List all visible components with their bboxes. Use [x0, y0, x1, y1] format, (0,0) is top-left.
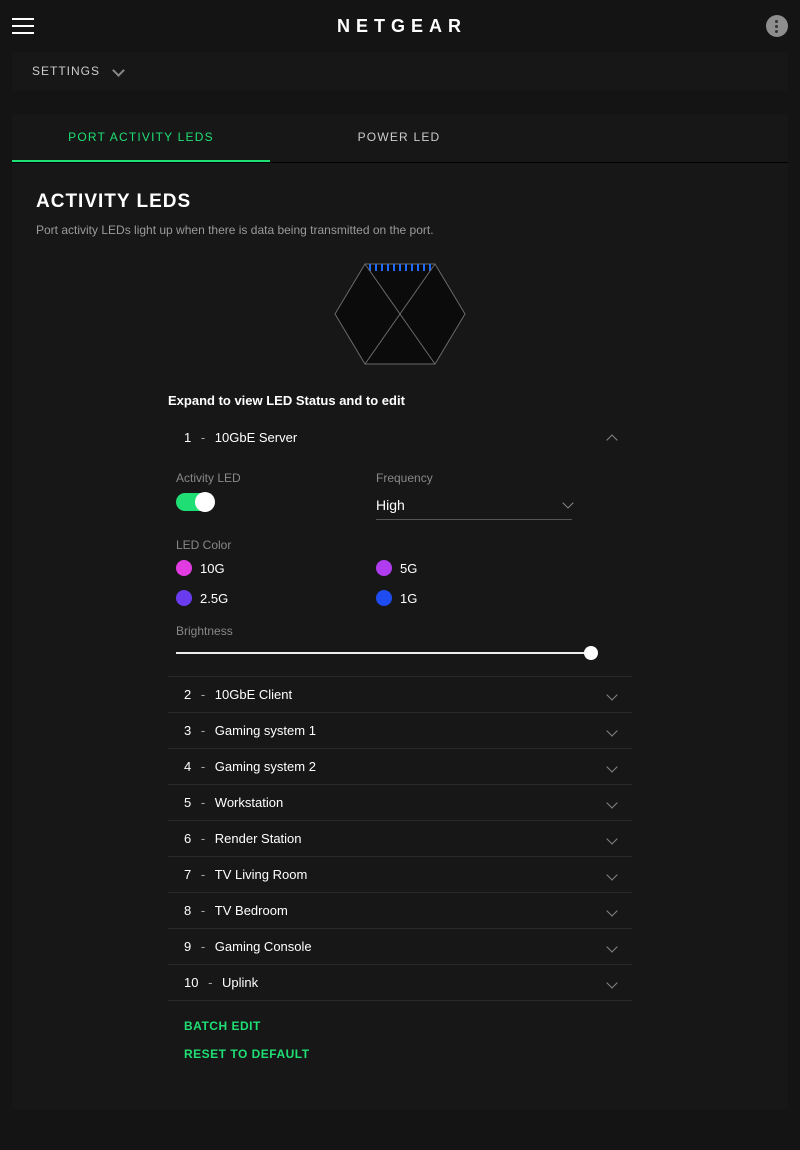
chevron-down-icon — [606, 761, 617, 772]
port-separator: - — [197, 831, 209, 846]
port-separator: - — [197, 939, 209, 954]
chevron-down-icon — [606, 689, 617, 700]
tab-port-activity-leds[interactable]: PORT ACTIVITY LEDS — [12, 114, 270, 162]
port-row-9[interactable]: 9 - Gaming Console — [168, 929, 632, 965]
color-swatch-icon — [176, 560, 192, 576]
settings-label: SETTINGS — [32, 64, 100, 78]
port-list: 1 - 10GbE Server Activity LED Frequency — [168, 420, 632, 1061]
chevron-down-icon — [606, 941, 617, 952]
port-number: 4 — [184, 759, 191, 774]
more-icon[interactable] — [766, 15, 788, 37]
brightness-slider[interactable] — [176, 646, 596, 660]
chevron-up-icon — [606, 434, 617, 445]
port-row-1[interactable]: 1 - 10GbE Server — [168, 420, 632, 455]
port-name: Render Station — [215, 831, 302, 846]
chevron-down-icon — [606, 905, 617, 916]
port-name: Workstation — [215, 795, 283, 810]
port-separator: - — [197, 867, 209, 882]
port-row-4[interactable]: 4 - Gaming system 2 — [168, 749, 632, 785]
tab-power-led[interactable]: POWER LED — [270, 114, 528, 162]
page-description: Port activity LEDs light up when there i… — [36, 223, 764, 237]
port-separator: - — [197, 723, 209, 738]
color-swatch-icon — [376, 560, 392, 576]
menu-icon[interactable] — [12, 13, 38, 39]
frequency-select[interactable]: High — [376, 493, 572, 520]
activity-led-label: Activity LED — [176, 471, 376, 485]
device-icon — [330, 259, 470, 369]
port-row-8[interactable]: 8 - TV Bedroom — [168, 893, 632, 929]
settings-dropdown[interactable]: SETTINGS — [12, 52, 788, 90]
activity-led-toggle[interactable] — [176, 493, 214, 511]
port-separator: - — [197, 430, 209, 445]
page-title: ACTIVITY LEDS — [36, 191, 764, 213]
reset-default-button[interactable]: RESET TO DEFAULT — [184, 1047, 616, 1061]
chevron-down-icon — [114, 66, 124, 76]
led-color-label: LED Color — [176, 538, 576, 552]
chevron-down-icon — [606, 833, 617, 844]
color-label: 5G — [400, 561, 417, 576]
chevron-down-icon — [606, 797, 617, 808]
port-separator: - — [197, 795, 209, 810]
port-row-10[interactable]: 10 - Uplink — [168, 965, 632, 1001]
port-row-2[interactable]: 2 - 10GbE Client — [168, 677, 632, 713]
chevron-down-icon — [562, 497, 573, 508]
brand-logo: NETGEAR — [337, 16, 467, 37]
port-separator: - — [197, 687, 209, 702]
chevron-down-icon — [606, 977, 617, 988]
port-row-6[interactable]: 6 - Render Station — [168, 821, 632, 857]
led-color-5g[interactable]: 5G — [376, 560, 576, 576]
port-number: 7 — [184, 867, 191, 882]
led-color-10g[interactable]: 10G — [176, 560, 376, 576]
expand-hint: Expand to view LED Status and to edit — [168, 393, 632, 408]
port-number: 6 — [184, 831, 191, 846]
port-number: 3 — [184, 723, 191, 738]
port-number: 10 — [184, 975, 198, 990]
port-1-expanded: Activity LED Frequency High LED Color — [168, 455, 632, 677]
port-number: 1 — [184, 430, 191, 445]
frequency-label: Frequency — [376, 471, 576, 485]
port-number: 2 — [184, 687, 191, 702]
port-row-5[interactable]: 5 - Workstation — [168, 785, 632, 821]
port-name: 10GbE Server — [215, 430, 297, 445]
led-color-1g[interactable]: 1G — [376, 590, 576, 606]
port-row-7[interactable]: 7 - TV Living Room — [168, 857, 632, 893]
slider-thumb[interactable] — [584, 646, 598, 660]
slider-track — [176, 652, 596, 654]
port-name: Gaming system 2 — [215, 759, 316, 774]
led-color-2_5g[interactable]: 2.5G — [176, 590, 376, 606]
port-separator: - — [197, 759, 209, 774]
port-name: Gaming system 1 — [215, 723, 316, 738]
port-name: TV Living Room — [215, 867, 307, 882]
batch-edit-button[interactable]: BATCH EDIT — [184, 1019, 616, 1033]
color-swatch-icon — [176, 590, 192, 606]
color-swatch-icon — [376, 590, 392, 606]
port-name: Gaming Console — [215, 939, 312, 954]
port-name: 10GbE Client — [215, 687, 292, 702]
port-name: TV Bedroom — [215, 903, 288, 918]
port-number: 8 — [184, 903, 191, 918]
port-separator: - — [197, 903, 209, 918]
brightness-label: Brightness — [176, 624, 576, 638]
port-row-3[interactable]: 3 - Gaming system 1 — [168, 713, 632, 749]
frequency-value: High — [376, 497, 405, 513]
port-number: 5 — [184, 795, 191, 810]
color-label: 2.5G — [200, 591, 228, 606]
color-label: 1G — [400, 591, 417, 606]
port-separator: - — [204, 975, 216, 990]
chevron-down-icon — [606, 869, 617, 880]
color-label: 10G — [200, 561, 225, 576]
port-name: Uplink — [222, 975, 258, 990]
port-number: 9 — [184, 939, 191, 954]
chevron-down-icon — [606, 725, 617, 736]
